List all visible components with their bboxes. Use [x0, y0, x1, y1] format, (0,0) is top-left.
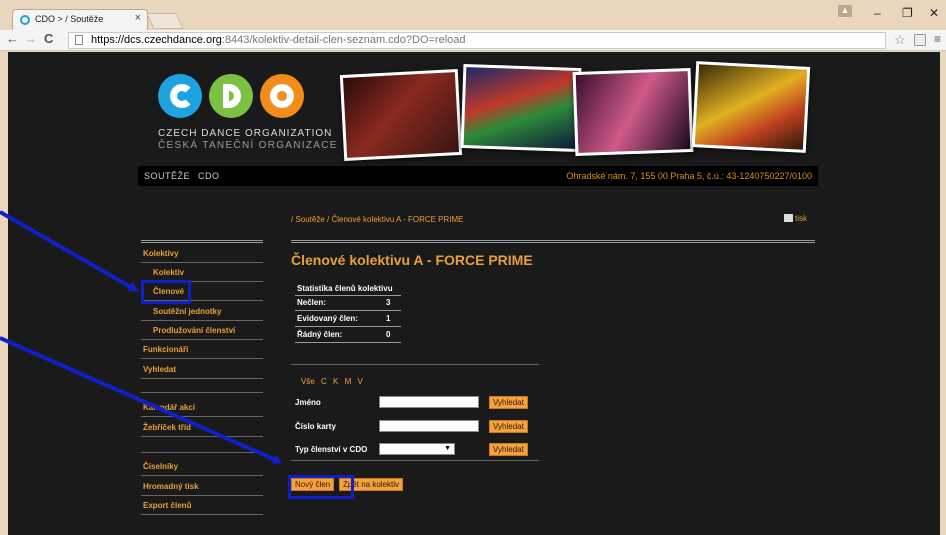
arrow-to-clenove — [0, 210, 139, 292]
arrow-to-new-member — [0, 336, 283, 464]
annotation-arrows — [0, 210, 283, 464]
